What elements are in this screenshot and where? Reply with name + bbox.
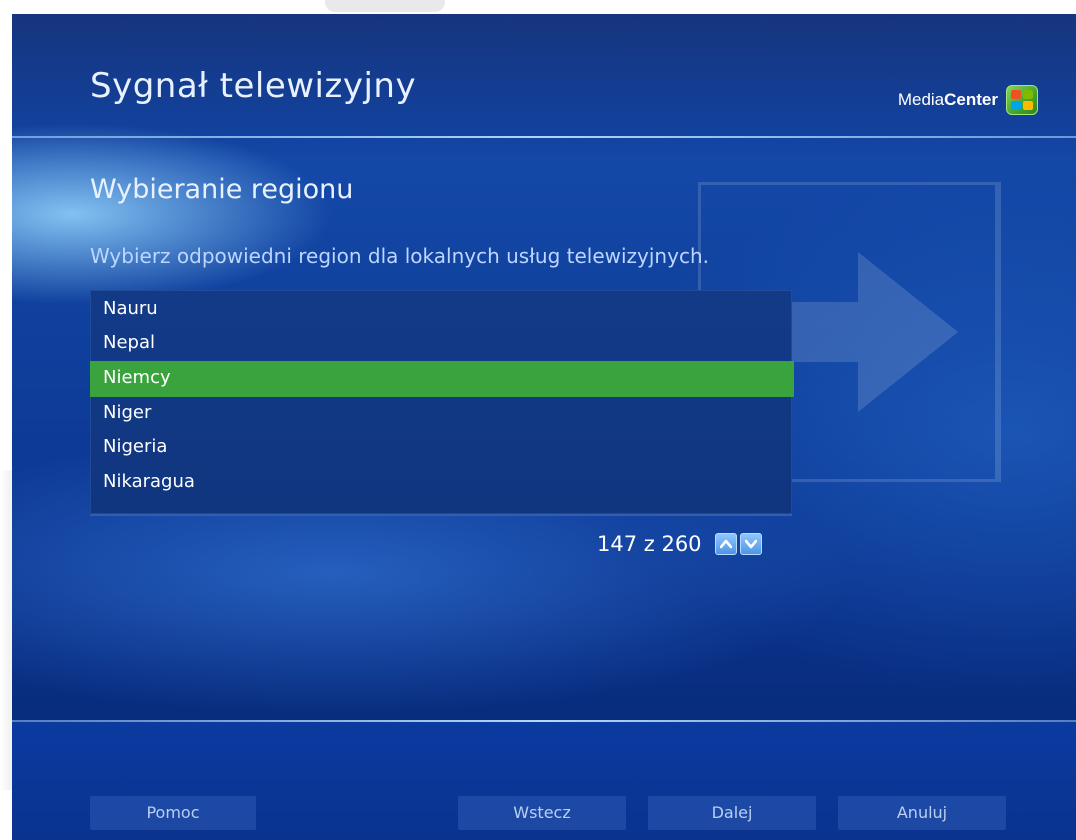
brand-bold: Center bbox=[944, 90, 998, 109]
header-divider bbox=[12, 136, 1076, 138]
page-down-button[interactable] bbox=[739, 533, 762, 555]
media-center-brand: MediaCenter bbox=[898, 82, 1038, 118]
top-strip bbox=[0, 0, 1076, 14]
windows-logo-icon bbox=[1006, 85, 1038, 115]
page-title: Sygnał telewizyjny bbox=[90, 66, 417, 106]
cancel-button[interactable]: Anuluj bbox=[838, 796, 1006, 830]
brand-text: MediaCenter bbox=[898, 90, 998, 110]
page-up-button[interactable] bbox=[714, 533, 737, 555]
region-list[interactable]: Nauru Nepal Niemcy Niger Nigeria Nikarag… bbox=[90, 290, 794, 516]
list-pager: 147 z 260 bbox=[597, 532, 762, 556]
chevron-down-icon bbox=[744, 539, 757, 549]
help-button[interactable]: Pomoc bbox=[90, 796, 256, 830]
list-item[interactable]: Nikaragua bbox=[90, 465, 792, 501]
section-title: Wybieranie regionu bbox=[90, 174, 354, 205]
list-item[interactable]: Nigeria bbox=[90, 430, 792, 466]
next-button[interactable]: Dalej bbox=[648, 796, 816, 830]
list-item[interactable]: Nauru bbox=[90, 292, 792, 328]
instruction-text: Wybierz odpowiedni region dla lokalnych … bbox=[90, 244, 709, 268]
media-center-window: Sygnał telewizyjny MediaCenter Wybierani… bbox=[0, 0, 1076, 840]
back-button[interactable]: Wstecz bbox=[458, 796, 626, 830]
pager-count: 147 z 260 bbox=[597, 532, 702, 556]
footer-bar: Pomoc Wstecz Dalej Anuluj bbox=[12, 722, 1076, 840]
brand-prefix: Media bbox=[897, 90, 945, 109]
list-item-selected[interactable]: Niemcy bbox=[90, 361, 794, 397]
setup-panel: Sygnał telewizyjny MediaCenter Wybierani… bbox=[12, 14, 1076, 840]
list-item[interactable]: Nepal bbox=[90, 326, 792, 362]
list-item[interactable]: Niger bbox=[90, 396, 792, 432]
chevron-up-icon bbox=[719, 539, 732, 549]
top-tab-decoration bbox=[325, 0, 445, 12]
